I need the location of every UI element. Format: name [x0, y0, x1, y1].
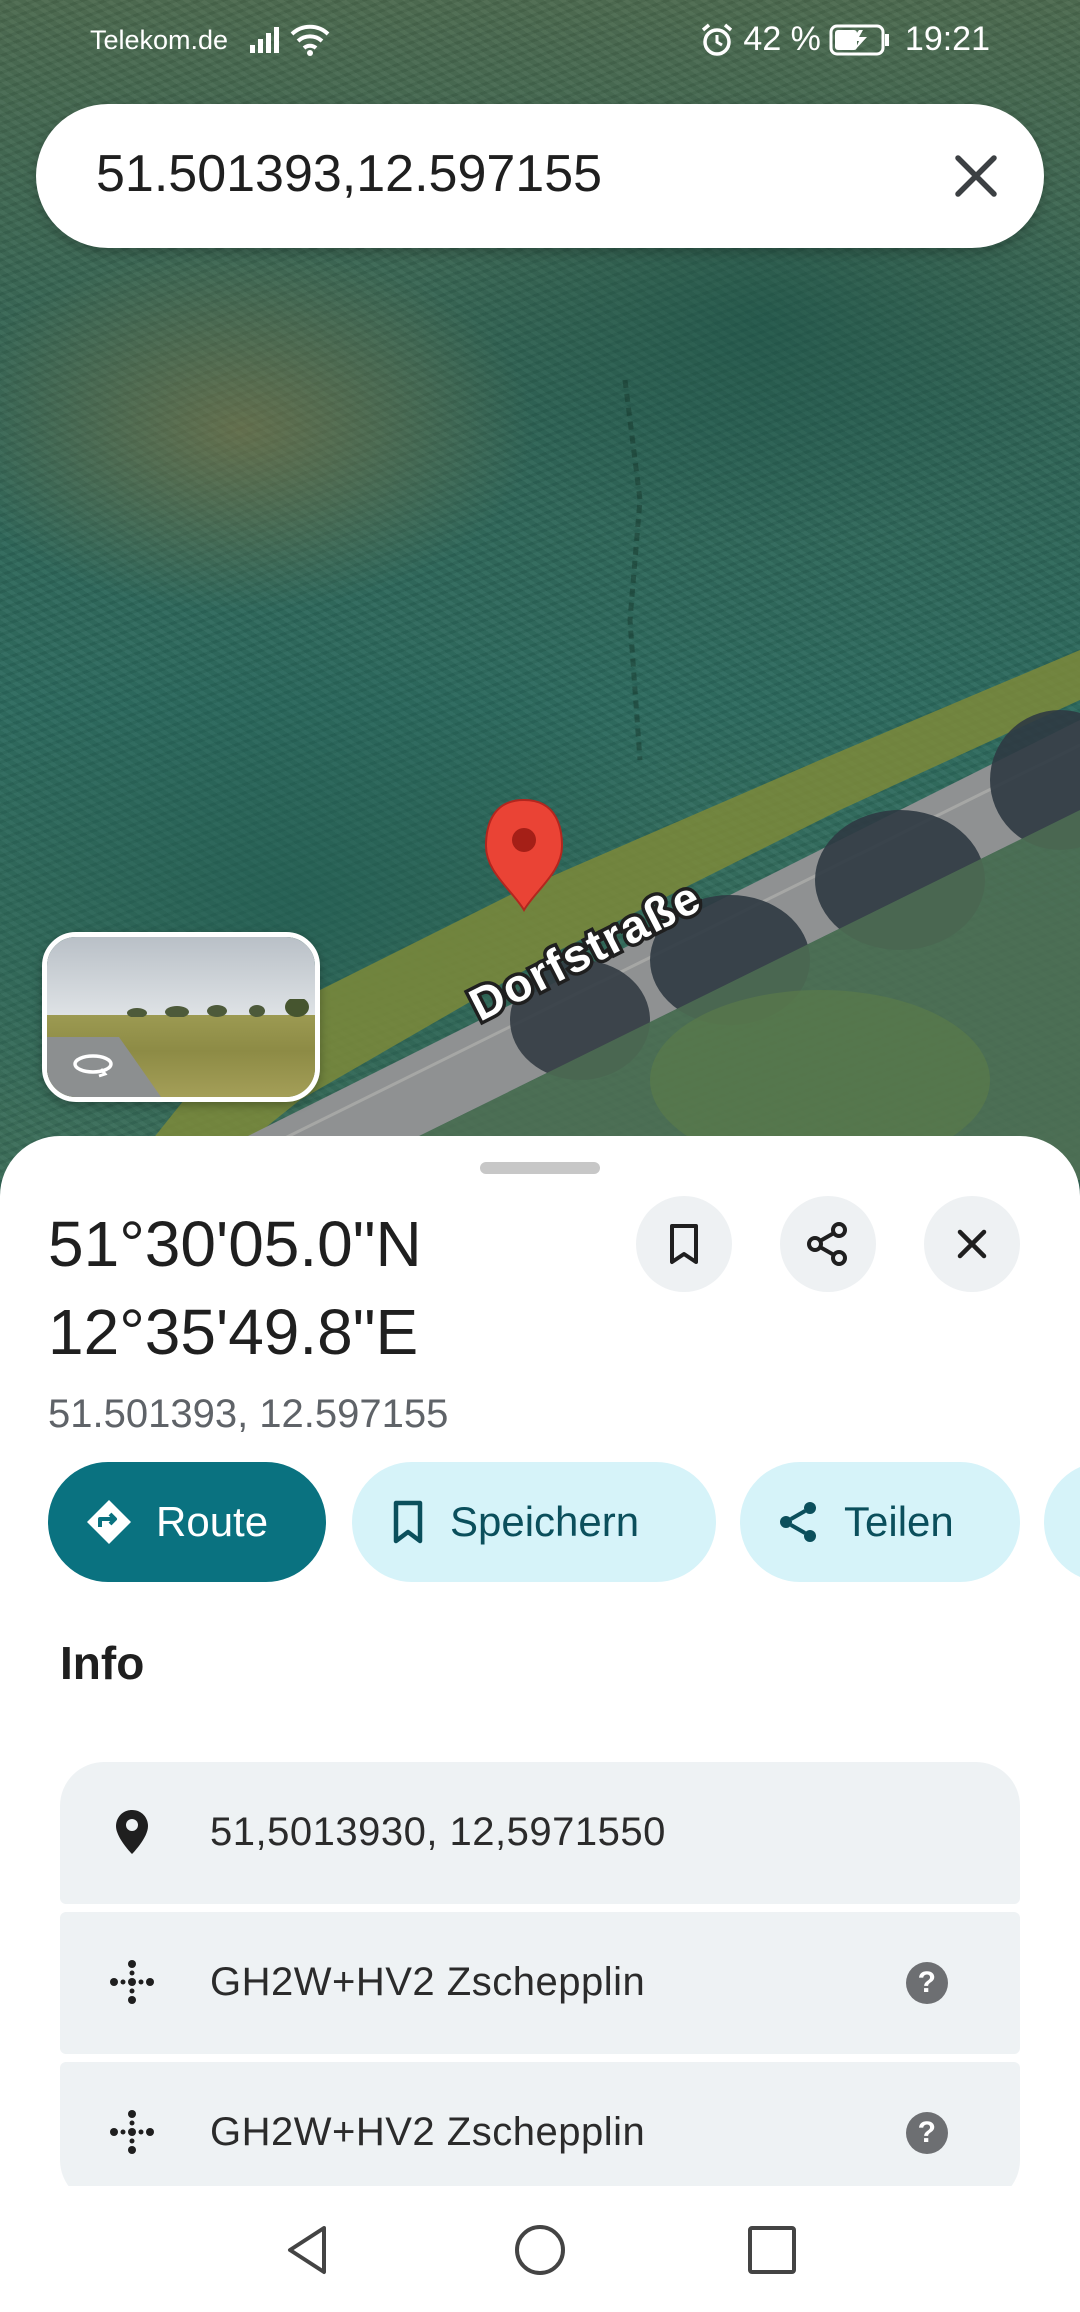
- decimal-coordinates: 51.501393, 12.597155: [48, 1392, 449, 1436]
- alarm-icon: [702, 23, 733, 56]
- info-coordinates-text: 51,5013930, 12,5971550: [210, 1810, 666, 1854]
- info-row-plus-code[interactable]: GH2W+HV2 Zschepplin ?: [60, 1912, 1020, 2054]
- search-bar[interactable]: 51.501393,12.597155: [36, 104, 1044, 248]
- title-longitude: 12°35'49.8"E: [48, 1296, 419, 1368]
- save-chip[interactable]: Speichern: [352, 1462, 716, 1582]
- back-icon[interactable]: [280, 2222, 336, 2278]
- close-icon: [957, 1229, 987, 1259]
- title-latitude: 51°30'05.0"N: [48, 1208, 422, 1280]
- search-input[interactable]: 51.501393,12.597155: [96, 144, 602, 204]
- directions-icon: [84, 1497, 134, 1547]
- close-sheet-button[interactable]: [924, 1196, 1020, 1292]
- info-plus-code-text-2: GH2W+HV2 Zschepplin: [210, 2110, 646, 2154]
- share-icon: [807, 1222, 847, 1266]
- info-plus-code-text: GH2W+HV2 Zschepplin: [210, 1960, 646, 2004]
- street-view-trees: [127, 999, 309, 1017]
- wifi-icon: [290, 24, 330, 56]
- info-heading: Info: [60, 1637, 145, 1689]
- share-button[interactable]: [780, 1196, 876, 1292]
- recents-icon[interactable]: [744, 2222, 800, 2278]
- action-chips: Route Speichern Teilen: [48, 1462, 1080, 1584]
- place-bottom-sheet[interactable]: 51°30'05.0"N 12°35'49.8"E 51.501393, 12.…: [0, 1136, 1080, 2312]
- route-label: Route: [156, 1498, 269, 1545]
- bookmark-icon: [670, 1224, 698, 1264]
- rotate-360-icon: [73, 1054, 113, 1078]
- carrier-label: Telekom.de: [90, 24, 229, 55]
- share-label: Teilen: [844, 1498, 954, 1545]
- drag-handle[interactable]: [480, 1162, 600, 1174]
- plus-code-icon: [108, 1958, 156, 2006]
- save-label: Speichern: [450, 1498, 640, 1545]
- battery-charging-icon: [829, 24, 889, 55]
- signal-icon: [250, 27, 280, 53]
- home-icon[interactable]: [512, 2222, 568, 2278]
- more-chip[interactable]: [1044, 1462, 1080, 1582]
- bookmark-icon: [388, 1499, 428, 1545]
- battery-percent: 42 %: [743, 20, 821, 58]
- info-row-coordinates[interactable]: 51,5013930, 12,5971550: [60, 1762, 1020, 1904]
- help-icon[interactable]: ?: [906, 1962, 948, 2004]
- system-navigation-bar: [0, 2186, 1080, 2312]
- share-icon: [776, 1499, 822, 1545]
- street-view-thumbnail[interactable]: [42, 932, 320, 1102]
- location-pin-icon: [108, 1808, 156, 1856]
- close-icon[interactable]: [946, 146, 1006, 206]
- plus-code-icon: [108, 2108, 156, 2156]
- clock-time: 19:21: [904, 20, 990, 58]
- status-bar: Telekom.de 42 % 19:21: [0, 0, 1080, 84]
- share-chip[interactable]: Teilen: [740, 1462, 1020, 1582]
- save-button[interactable]: [636, 1196, 732, 1292]
- info-row-plus-code-2[interactable]: GH2W+HV2 Zschepplin ?: [60, 2062, 1020, 2204]
- help-icon[interactable]: ?: [906, 2112, 948, 2154]
- place-title: 51°30'05.0"N 12°35'49.8"E: [48, 1200, 608, 1376]
- route-button[interactable]: Route: [48, 1462, 326, 1582]
